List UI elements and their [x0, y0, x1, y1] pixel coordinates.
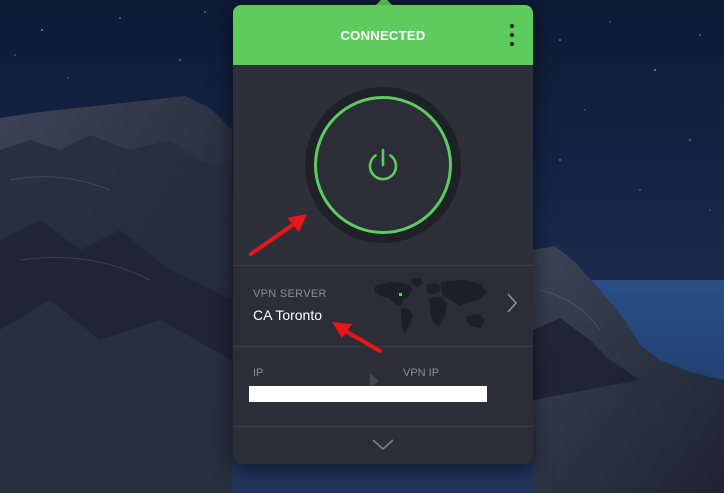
- chevron-down-icon: [372, 439, 394, 451]
- ip-label: IP: [253, 367, 264, 379]
- ip-redaction-bar: [249, 386, 487, 402]
- chevron-right-icon[interactable]: [506, 292, 518, 314]
- connection-status: CONNECTED: [340, 27, 426, 43]
- server-selector[interactable]: VPN SERVER CA Toronto: [233, 266, 533, 346]
- vpn-server-name: CA Toronto: [253, 307, 323, 323]
- vpn-server-label: VPN SERVER: [253, 288, 327, 300]
- kebab-menu-icon[interactable]: [507, 23, 517, 47]
- power-area: [233, 65, 533, 265]
- vpn-popup: CONNECTED VPN SERVER CA Toronto IP VPN I…: [233, 5, 533, 464]
- world-map-icon: [375, 278, 487, 334]
- status-bar: CONNECTED: [233, 5, 533, 65]
- vpn-ip-label: VPN IP: [403, 367, 440, 379]
- expand-panel-button[interactable]: [233, 427, 533, 464]
- power-button[interactable]: [314, 96, 452, 234]
- power-icon: [368, 148, 398, 181]
- ip-section: IP VPN IP: [233, 347, 533, 427]
